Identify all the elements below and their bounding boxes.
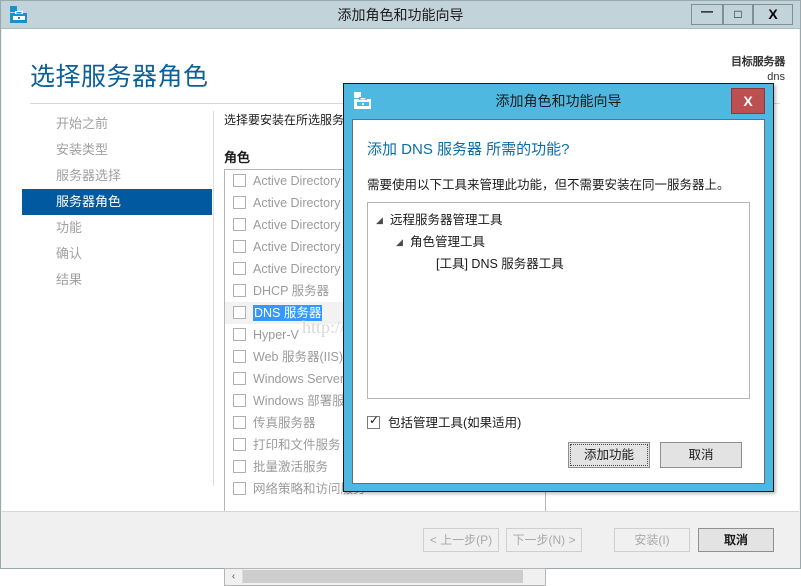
expand-arrow-icon[interactable]: ◢ — [396, 231, 410, 253]
toolbox-icon — [353, 91, 373, 111]
cancel-button[interactable]: 取消 — [698, 528, 774, 552]
scrollbar-thumb[interactable] — [243, 570, 523, 583]
target-server-label: 目标服务器 — [731, 56, 785, 68]
role-label: DNS 服务器 — [253, 305, 323, 321]
include-management-tools-checkbox[interactable] — [367, 413, 380, 429]
minimize-icon: — — [701, 4, 713, 18]
role-checkbox[interactable] — [233, 240, 246, 253]
target-server-info: 目标服务器 dns — [731, 53, 785, 83]
role-checkbox[interactable] — [233, 394, 246, 407]
tree-node-role-admin-tools[interactable]: ◢ 角色管理工具 — [368, 231, 749, 253]
role-label: Windows 部署服务 — [253, 394, 358, 408]
sidebar-item-features[interactable]: 功能 — [22, 215, 212, 241]
expand-arrow-icon[interactable]: ◢ — [376, 209, 390, 231]
role-checkbox[interactable] — [233, 460, 246, 473]
role-label: 传真服务器 — [253, 416, 316, 430]
next-button[interactable]: 下一步(N) > — [506, 528, 582, 552]
tree-node-label: 角色管理工具 — [410, 235, 486, 249]
role-label: DHCP 服务器 — [253, 284, 330, 298]
role-checkbox[interactable] — [233, 218, 246, 231]
role-checkbox[interactable] — [233, 262, 246, 275]
previous-button[interactable]: < 上一步(P) — [423, 528, 499, 552]
dialog-title: 添加角色和功能向导 — [495, 93, 622, 109]
close-button[interactable]: X — [753, 4, 793, 25]
dialog-heading: 添加 DNS 服务器 所需的功能? — [367, 141, 570, 158]
tree-node-label: [工具] DNS 服务器工具 — [436, 257, 564, 271]
required-features-tree[interactable]: ◢ 远程服务器管理工具 ◢ 角色管理工具 [工具] DNS 服务器工具 — [367, 202, 750, 399]
role-checkbox[interactable] — [233, 328, 246, 341]
dialog-body: 添加 DNS 服务器 所需的功能? 需要使用以下工具来管理此功能，但不需要安装在… — [352, 119, 765, 484]
tree-node-label: 远程服务器管理工具 — [390, 213, 503, 227]
add-features-dialog: 添加角色和功能向导 X 添加 DNS 服务器 所需的功能? 需要使用以下工具来管… — [343, 83, 774, 492]
role-checkbox[interactable] — [233, 438, 246, 451]
dialog-title-bar: 添加角色和功能向导 X — [344, 84, 773, 119]
dialog-close-button[interactable]: X — [731, 88, 765, 114]
minimize-button[interactable]: — — [691, 4, 723, 25]
wizard-step-nav: 开始之前 安装类型 服务器选择 服务器角色 功能 确认 结果 — [22, 111, 212, 491]
role-checkbox[interactable] — [233, 196, 246, 209]
include-management-tools-row[interactable]: 包括管理工具(如果适用) — [367, 412, 521, 431]
roles-section-label: 角色 — [224, 150, 251, 165]
window-title-bar: 添加角色和功能向导 — □ X — [1, 1, 800, 29]
role-checkbox[interactable] — [233, 284, 246, 297]
sidebar-item-server-selection[interactable]: 服务器选择 — [22, 163, 212, 189]
install-button[interactable]: 安装(I) — [614, 528, 690, 552]
sidebar-item-confirmation[interactable]: 确认 — [22, 241, 212, 267]
include-management-tools-label: 包括管理工具(如果适用) — [388, 416, 522, 430]
tree-node-dns-server-tools[interactable]: [工具] DNS 服务器工具 — [368, 253, 749, 275]
tree-node-remote-server-admin-tools[interactable]: ◢ 远程服务器管理工具 — [368, 209, 749, 231]
role-checkbox[interactable] — [233, 174, 246, 187]
role-label: Web 服务器(IIS) — [253, 350, 344, 364]
dialog-cancel-button[interactable]: 取消 — [660, 442, 742, 468]
window-title: 添加角色和功能向导 — [337, 7, 464, 23]
role-checkbox[interactable] — [233, 350, 246, 363]
sidebar-item-results[interactable]: 结果 — [22, 267, 212, 293]
maximize-button[interactable]: □ — [723, 4, 753, 25]
sidebar-item-server-roles[interactable]: 服务器角色 — [22, 189, 212, 215]
wizard-footer: < 上一步(P) 下一步(N) > 安装(I) 取消 — [2, 511, 799, 568]
dialog-subtext: 需要使用以下工具来管理此功能，但不需要安装在同一服务器上。 — [367, 178, 730, 192]
role-checkbox[interactable] — [233, 306, 246, 319]
add-features-button[interactable]: 添加功能 — [568, 442, 650, 468]
page-title: 选择服务器角色 — [30, 63, 209, 91]
sidebar-item-installation-type[interactable]: 安装类型 — [22, 137, 212, 163]
role-checkbox[interactable] — [233, 482, 246, 495]
role-checkbox[interactable] — [233, 416, 246, 429]
role-label: 打印和文件服务 — [253, 438, 341, 452]
role-checkbox[interactable] — [233, 372, 246, 385]
role-label: 批量激活服务 — [253, 460, 329, 474]
content-divider — [213, 111, 214, 486]
scroll-left-icon[interactable]: ‹ — [225, 569, 243, 584]
role-label: Hyper-V — [253, 328, 299, 342]
toolbox-icon — [9, 5, 29, 25]
target-server-name: dns — [767, 71, 785, 83]
roles-horizontal-scrollbar[interactable]: ‹ — [224, 569, 546, 586]
sidebar-item-before-you-begin[interactable]: 开始之前 — [22, 111, 212, 137]
